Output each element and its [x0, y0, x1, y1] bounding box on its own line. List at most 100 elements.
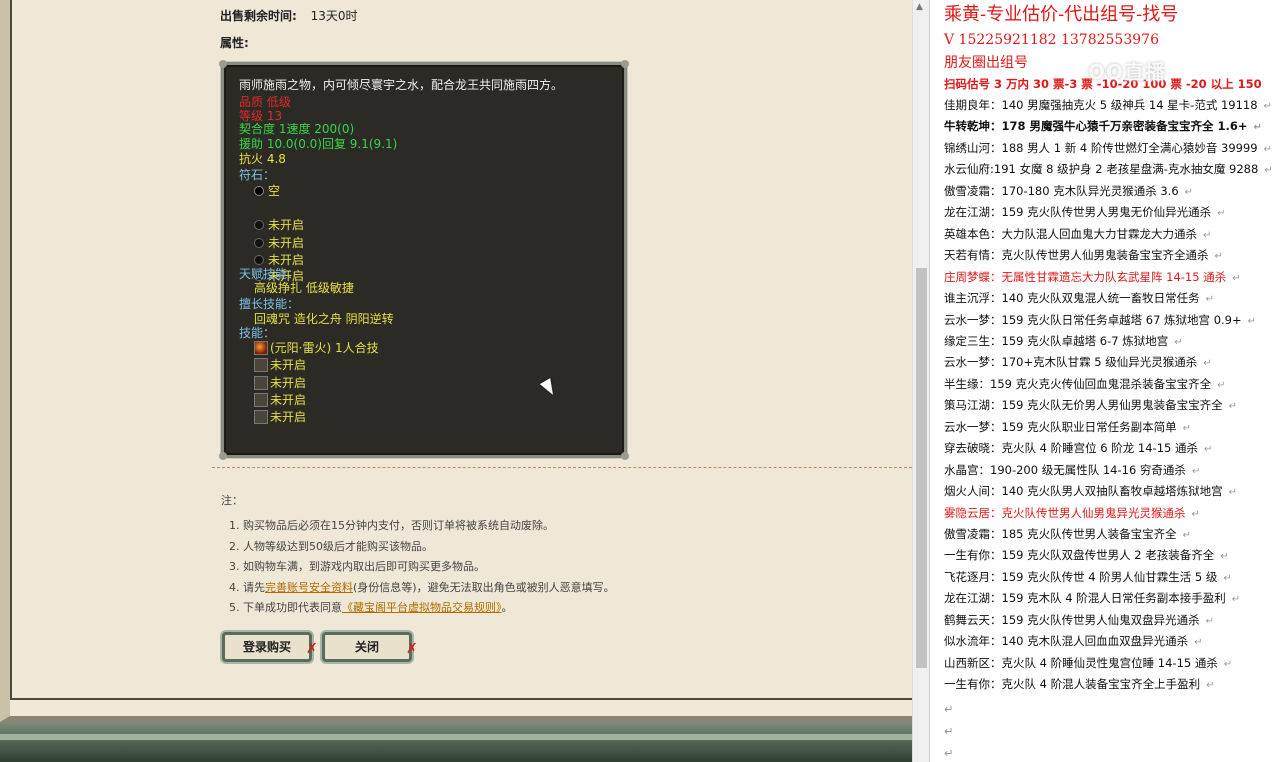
rune-dot-icon	[254, 255, 264, 265]
return-mark-icon: ↵	[1174, 336, 1183, 348]
note-item: 1. 购买物品后必须在15分钟内支付，否则订单将被系统自动废除。	[229, 519, 554, 532]
side-account-line: 傲雪凌霜：185 克火队传世男人装备宝宝齐全 ↵	[944, 527, 1191, 541]
return-mark-icon: ↵	[1228, 401, 1237, 413]
skill-label: 技能：	[239, 326, 276, 340]
return-mark-icon: ↵	[1247, 315, 1257, 327]
stream-watermark: OQ直播	[1088, 60, 1167, 84]
return-mark-icon: ↵	[1203, 358, 1212, 370]
return-mark-icon: ↵	[1203, 444, 1213, 456]
scroll-up-arrow-icon[interactable]: ▲	[916, 2, 923, 12]
side-notes-panel: 乘黄-专业估价-代出组号-找号 V 15225921182 1378255397…	[929, 0, 1280, 762]
skill-slot: 未开启	[254, 392, 306, 408]
rune-dot-icon	[254, 186, 264, 196]
bottom-decor-strip	[0, 722, 912, 762]
side-account-line: 雾隐云居：克火队传世男人仙男鬼异光灵猴通杀 ↵	[944, 505, 1200, 520]
return-mark-icon: ↵	[1217, 379, 1226, 391]
return-mark-icon: ↵	[1203, 229, 1212, 241]
return-mark-icon: ↵	[1220, 551, 1229, 563]
side-account-line: 鹤舞云天：159 克火队传世男人仙鬼双盘异光通杀 ↵	[944, 612, 1214, 627]
close-button[interactable]: 关闭	[322, 632, 412, 662]
note-item: 3. 如购物车满，到游戏内取出后即可购买更多物品。	[229, 560, 485, 573]
item-assist-recover: 援助 10.0(0.0)回复 9.1(9.1)	[239, 137, 398, 151]
side-account-line: 烟火人间：140 克火队男人双抽队畜牧卓越塔炼狱地宫 ↵	[944, 484, 1237, 499]
return-mark-icon: ↵	[1263, 143, 1272, 155]
empty-skill-icon	[254, 410, 268, 424]
note-item: 5. 下单成功即代表同意《藏宝阁平台虚拟物品交易规则》。	[229, 601, 513, 614]
return-mark-icon: ↵	[1205, 294, 1214, 306]
return-mark-icon: ↵	[1191, 508, 1200, 520]
vertical-scrollbar[interactable]: ▲	[912, 0, 929, 762]
panel-corner	[621, 452, 629, 460]
side-account-line: 锦绣山河：188 男人 1 新 4 阶传世燃灯全满心猿妙音 39999 ↵	[944, 140, 1272, 155]
item-description: 雨师施雨之物，内可倾尽寰宇之水，配合龙王共同施雨四方。	[239, 78, 564, 92]
scroll-thumb[interactable]	[916, 268, 927, 668]
rune-dot-icon	[254, 220, 264, 230]
side-account-line: 英雄本色：大力队混人回血鬼大力甘霖龙大力通杀 ↵	[944, 226, 1212, 241]
note-item: 2. 人物等级达到50级后才能购买该物品。	[229, 539, 433, 553]
side-account-line: 水云仙府:191 女魔 8 级护身 2 老孩星盘满-克水抽女魔 9288 ↵	[944, 162, 1273, 177]
return-mark-icon: ↵	[1232, 272, 1241, 284]
talent-skills: 高级挣扎 低级敏捷	[254, 281, 354, 295]
return-mark-icon: ↵	[1206, 680, 1215, 692]
side-account-line: 佳期良年：140 男魔强抽克火 5 级神兵 14 星卡-范式 19118 ↵	[944, 98, 1272, 112]
notes-section: 注： 1. 购买物品后必须在15分钟内支付，否则订单将被系统自动废除。 2. 人…	[221, 492, 615, 619]
rune-slot: 空	[254, 183, 280, 199]
side-account-line: 龙在江湖：159 克火队传世男人男鬼无价仙异光通杀 ↵	[944, 205, 1226, 220]
trade-rules-link[interactable]: 《藏宝阁平台虚拟物品交易规则》	[342, 601, 502, 614]
return-mark-icon: ↵	[1182, 530, 1191, 541]
login-buy-button[interactable]: 登录购买	[222, 632, 312, 662]
empty-line-mark: ↵	[944, 724, 954, 738]
fire-skill-icon	[254, 341, 268, 355]
return-mark-icon: ↵	[1194, 637, 1203, 649]
side-account-line: 云水一梦：159 克火队职业日常任务副本简单 ↵	[944, 419, 1191, 434]
panel-corner	[621, 60, 629, 68]
side-friend-circle: 朋友圈出组号	[944, 55, 1028, 71]
side-account-line: 庄周梦蝶：无属性甘霖遗忘大力队玄武星阵 14-15 通杀 ↵	[944, 269, 1241, 284]
remaining-time-value: 13天0时	[310, 9, 358, 23]
rune-slot: 未开启	[254, 235, 304, 251]
skill-slot: 未开启	[254, 375, 306, 391]
side-account-line: 缘定三生：159 克火队卓越塔 6-7 炼狱地宫 ↵	[944, 333, 1183, 348]
side-account-line: 一生有你：克火队 4 阶混人装备宝宝齐全上手盈利 ↵	[944, 677, 1215, 692]
note-item: 4. 请先完善账号安全资料(身份信息等)，避免无法取出角色或被别人恶意填写。	[229, 580, 615, 594]
remaining-time-label: 出售剩余时间:	[220, 9, 297, 23]
side-account-line: 牛转乾坤：178 男魔强牛心猿千万亲密装备宝宝齐全 1.6+ ↵	[944, 119, 1262, 134]
return-mark-icon: ↵	[1264, 165, 1273, 177]
item-fit-speed: 契合度 1速度 200(0)	[239, 122, 355, 136]
expert-label: 擅长技能：	[239, 297, 300, 311]
empty-skill-icon	[254, 393, 268, 407]
notes-title: 注：	[221, 494, 243, 507]
side-account-line: 山西新区：克火队 4 阶睡仙灵性鬼宫位睡 14-15 通杀 ↵	[944, 655, 1233, 670]
skill-slot: 未开启	[254, 357, 306, 373]
side-phone: V 15225921182 13782553976	[944, 32, 1159, 48]
return-mark-icon: ↵	[1223, 572, 1232, 584]
side-account-line: 似水流年：140 克木队混人回血血双盘异光通杀 ↵	[944, 634, 1203, 649]
skill-slot: 未开启	[254, 409, 306, 425]
side-title: 乘黄-专业估价-代出组号-找号	[944, 4, 1179, 25]
close-x-icon: ✗	[306, 641, 318, 657]
side-account-line: 云水一梦：159 克火队日常任务卓越塔 67 炼狱地宫 0.9+ ↵	[944, 312, 1257, 327]
return-mark-icon: ↵	[1263, 101, 1272, 112]
attributes-row: 属性:	[220, 34, 249, 51]
side-account-line: 一生有你：159 克火队双盘传世男人 2 老孩装备齐全 ↵	[944, 548, 1229, 563]
side-account-line: 云水一梦：170+克木队甘霖 5 级仙异光灵猴通杀 ↵	[944, 355, 1212, 370]
rune-slot: 未开启	[254, 217, 304, 233]
return-mark-icon: ↵	[1223, 658, 1233, 670]
empty-line-mark: ↵	[944, 702, 954, 716]
return-mark-icon: ↵	[1214, 251, 1223, 263]
section-divider	[212, 467, 912, 468]
empty-line-mark: ↵	[944, 746, 954, 760]
side-account-line: 傲雪凌霜：170-180 克木队异光灵猴通杀 3.6 ↵	[944, 183, 1194, 198]
rune-dot-icon	[254, 238, 264, 248]
account-security-link[interactable]: 完善账号安全资料	[265, 581, 353, 594]
return-mark-icon: ↵	[1231, 594, 1241, 606]
return-mark-icon: ↵	[1228, 487, 1237, 499]
return-mark-icon: ↵	[1182, 422, 1191, 434]
side-account-line: 半生缘：159 克火克火传仙回血鬼混杀装备宝宝齐全 ↵	[944, 376, 1226, 391]
return-mark-icon: ↵	[1205, 615, 1214, 627]
return-mark-icon: ↵	[1217, 208, 1226, 220]
side-account-line: 龙在江湖：159 克木队 4 阶混人日常任务副本接手盈利 ↵	[944, 591, 1241, 606]
side-account-line: 谁主沉浮：140 克火队双鬼混人统一畜牧日常任务 ↵	[944, 291, 1214, 306]
skill-slot: (元阳·雷火) 1人合技	[254, 340, 379, 356]
close-x-icon: ✗	[406, 641, 418, 657]
